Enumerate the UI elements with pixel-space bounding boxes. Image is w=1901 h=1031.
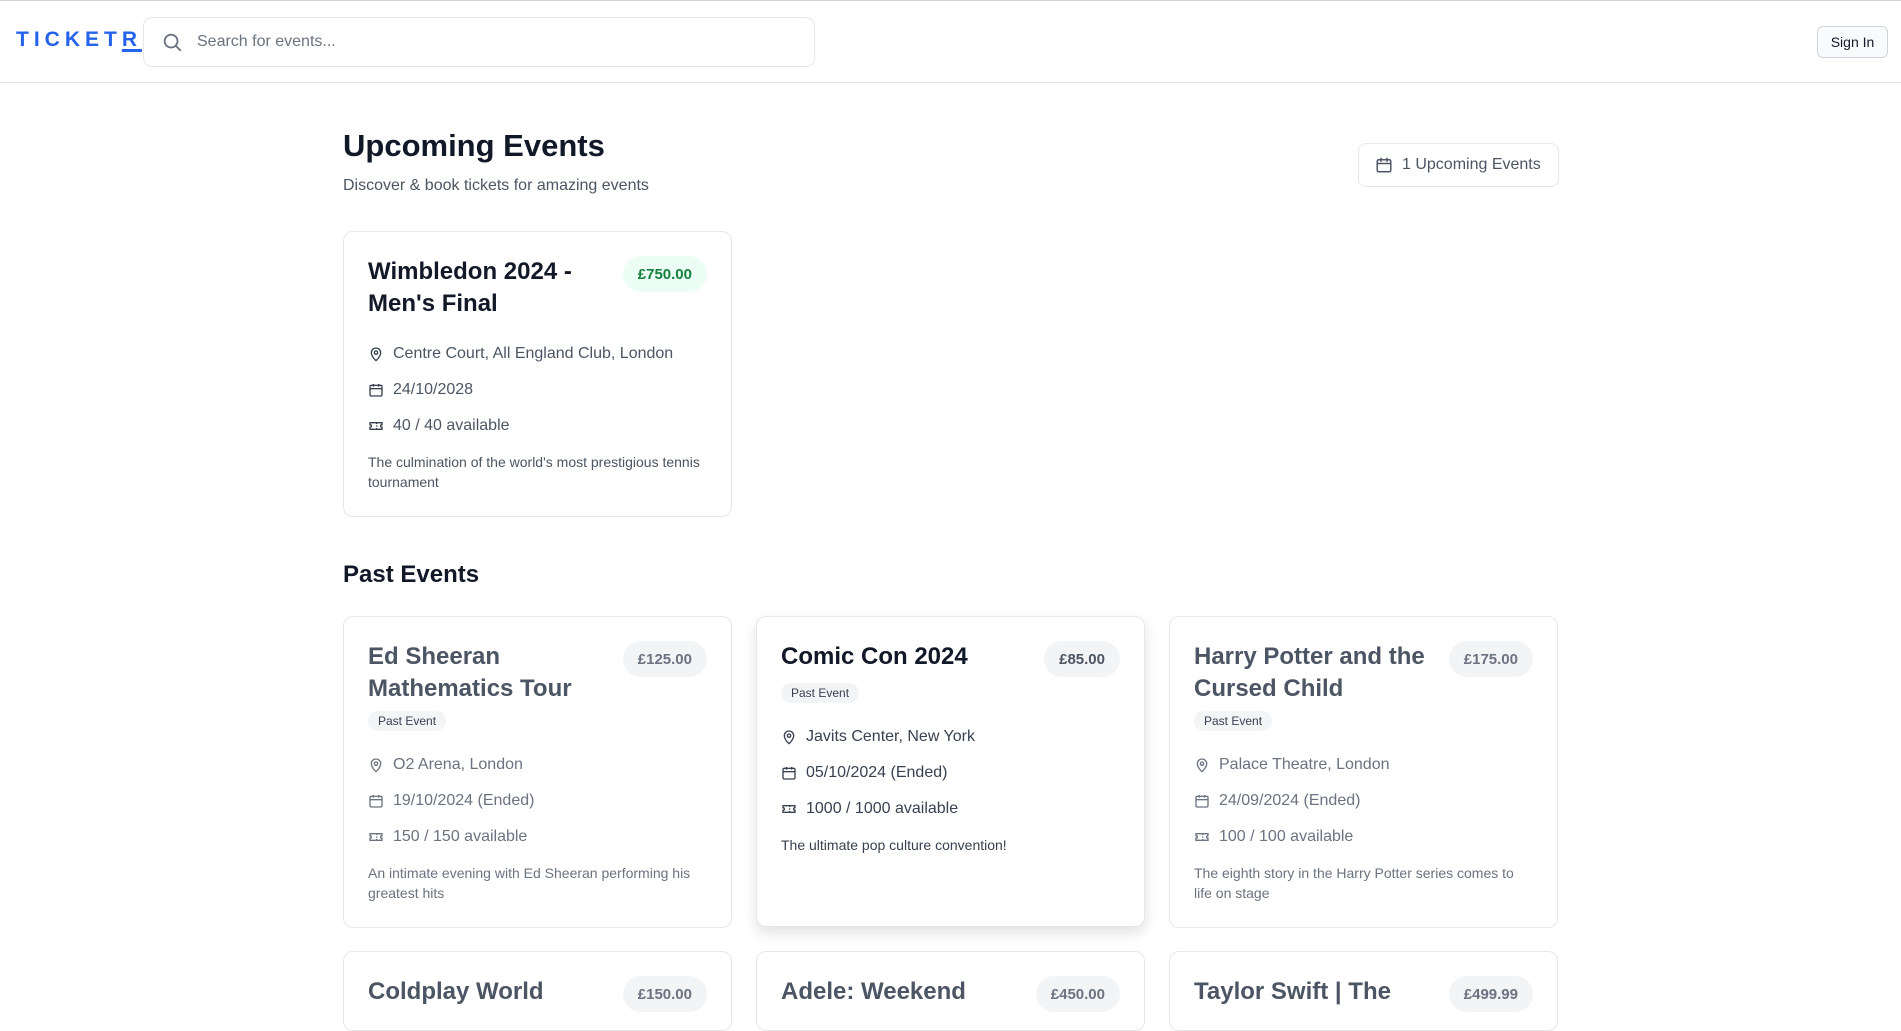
event-location: O2 Arena, London bbox=[368, 747, 707, 783]
event-card-comic-con[interactable]: Comic Con 2024 £85.00 Past Event Javits … bbox=[756, 616, 1145, 927]
price-badge: £750.00 bbox=[622, 256, 707, 292]
event-date-text: 19/10/2024 (Ended) bbox=[393, 792, 535, 809]
past-event-badge: Past Event bbox=[1194, 711, 1273, 731]
event-location-text: Palace Theatre, London bbox=[1219, 756, 1390, 773]
event-date: 24/09/2024 (Ended) bbox=[1194, 783, 1533, 819]
search-bar[interactable] bbox=[143, 17, 815, 67]
event-location-text: Javits Center, New York bbox=[806, 728, 975, 745]
event-availability: 100 / 100 available bbox=[1194, 819, 1533, 855]
search-input[interactable] bbox=[197, 18, 814, 66]
price-badge: £150.00 bbox=[622, 976, 707, 1012]
event-date-text: 24/10/2028 bbox=[393, 381, 474, 398]
price-badge: £125.00 bbox=[622, 641, 707, 677]
map-pin-icon bbox=[1194, 757, 1210, 773]
search-icon bbox=[161, 31, 183, 53]
page-title: Upcoming Events bbox=[343, 128, 605, 163]
top-navigation-bar: TICKETR Sign In bbox=[0, 0, 1901, 83]
event-location: Javits Center, New York bbox=[781, 719, 1120, 755]
ticket-icon bbox=[781, 801, 797, 817]
past-event-badge: Past Event bbox=[368, 711, 447, 731]
upcoming-events-count-label: 1 Upcoming Events bbox=[1402, 156, 1541, 173]
event-location-text: O2 Arena, London bbox=[393, 756, 523, 773]
event-availability-text: 1000 / 1000 available bbox=[806, 800, 959, 817]
event-title: Adele: Weekend bbox=[781, 978, 966, 1005]
past-event-badge: Past Event bbox=[781, 683, 860, 703]
event-description: The culmination of the world's most pres… bbox=[368, 454, 700, 490]
event-availability-text: 100 / 100 available bbox=[1219, 828, 1354, 845]
ticket-icon bbox=[1194, 829, 1210, 845]
map-pin-icon bbox=[781, 729, 797, 745]
event-title: Coldplay World bbox=[368, 978, 544, 1005]
upcoming-events-count: 1 Upcoming Events bbox=[1358, 143, 1559, 187]
price-badge: £499.99 bbox=[1448, 976, 1533, 1012]
calendar-icon bbox=[368, 793, 384, 809]
event-card-ed-sheeran[interactable]: Ed Sheeran Mathematics Tour £125.00 Past… bbox=[343, 616, 732, 928]
event-description: The ultimate pop culture convention! bbox=[781, 837, 1007, 853]
ticketr-logo[interactable]: TICKETR bbox=[16, 28, 142, 52]
calendar-icon bbox=[781, 765, 797, 781]
event-card-coldplay[interactable]: Coldplay World £150.00 bbox=[343, 951, 732, 1031]
event-date-text: 05/10/2024 (Ended) bbox=[806, 764, 948, 781]
event-card-harry-potter[interactable]: Harry Potter and the Cursed Child £175.0… bbox=[1169, 616, 1558, 928]
price-badge: £450.00 bbox=[1035, 976, 1120, 1012]
map-pin-icon bbox=[368, 757, 384, 773]
event-availability: 1000 / 1000 available bbox=[781, 791, 1120, 827]
ticket-icon bbox=[368, 418, 384, 434]
event-card-adele[interactable]: Adele: Weekend £450.00 bbox=[756, 951, 1145, 1031]
event-title: Taylor Swift | The bbox=[1194, 978, 1391, 1005]
calendar-icon bbox=[1375, 156, 1393, 174]
event-title: Comic Con 2024 bbox=[781, 643, 968, 670]
event-date: 19/10/2024 (Ended) bbox=[368, 783, 707, 819]
event-card-wimbledon[interactable]: Wimbledon 2024 - Men's Final £750.00 Cen… bbox=[343, 231, 732, 517]
event-title: Harry Potter and the Cursed Child bbox=[1194, 643, 1425, 702]
event-description: The eighth story in the Harry Potter ser… bbox=[1194, 865, 1514, 901]
event-date: 24/10/2028 bbox=[368, 372, 707, 408]
event-date: 05/10/2024 (Ended) bbox=[781, 755, 1120, 791]
event-availability: 40 / 40 available bbox=[368, 408, 707, 444]
price-badge: £175.00 bbox=[1448, 641, 1533, 677]
calendar-icon bbox=[1194, 793, 1210, 809]
page-subtitle: Discover & book tickets for amazing even… bbox=[343, 177, 649, 194]
event-availability: 150 / 150 available bbox=[368, 819, 707, 855]
event-date-text: 24/09/2024 (Ended) bbox=[1219, 792, 1361, 809]
event-title: Wimbledon 2024 - Men's Final bbox=[368, 258, 572, 317]
price-badge: £85.00 bbox=[1044, 641, 1120, 677]
event-location-text: Centre Court, All England Club, London bbox=[393, 345, 674, 362]
event-availability-text: 150 / 150 available bbox=[393, 828, 528, 845]
event-location: Palace Theatre, London bbox=[1194, 747, 1533, 783]
past-events-title: Past Events bbox=[343, 561, 480, 588]
event-description: An intimate evening with Ed Sheeran perf… bbox=[368, 865, 691, 901]
sign-in-button[interactable]: Sign In bbox=[1817, 26, 1888, 58]
ticket-icon bbox=[368, 829, 384, 845]
event-title: Ed Sheeran Mathematics Tour bbox=[368, 643, 572, 702]
event-availability-text: 40 / 40 available bbox=[393, 417, 510, 434]
map-pin-icon bbox=[368, 346, 384, 362]
calendar-icon bbox=[368, 382, 384, 398]
event-location: Centre Court, All England Club, London bbox=[368, 336, 707, 372]
event-card-taylor-swift[interactable]: Taylor Swift | The £499.99 bbox=[1169, 951, 1558, 1031]
